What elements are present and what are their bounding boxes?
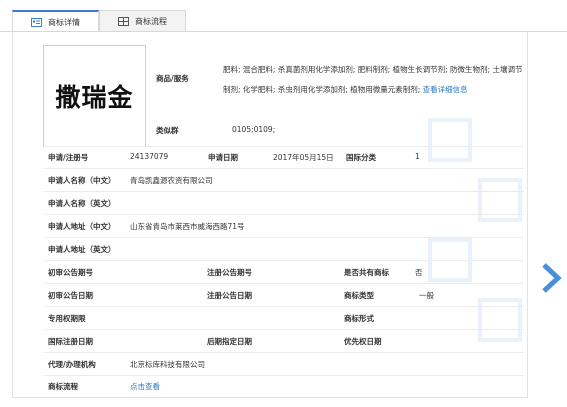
tab-bar: 商标详情 商标流程 xyxy=(12,10,186,32)
agent-label: 代理/办理机构 xyxy=(48,360,96,369)
applicant-en-label: 申请人名称（英文） xyxy=(48,199,116,208)
tab-trademark-detail[interactable]: 商标详情 xyxy=(12,10,99,32)
prelim-date-label: 初审公告日期 xyxy=(48,291,93,300)
divider xyxy=(44,306,524,307)
divider xyxy=(44,375,524,376)
tab-label: 商标流程 xyxy=(135,17,167,26)
divider xyxy=(44,260,524,261)
trademark-image: 撒瑞金 xyxy=(43,45,146,147)
applicant-cn-value: 青岛凯鑫源农资有限公司 xyxy=(130,176,213,185)
applicant-cn-label: 申请人名称（中文） xyxy=(48,176,116,185)
divider xyxy=(44,237,524,238)
divider xyxy=(44,214,524,215)
exclusive-label: 专用权期限 xyxy=(48,314,86,323)
tab-trademark-flow[interactable]: 商标流程 xyxy=(99,10,186,32)
reg-pub-no-label: 注册公告期号 xyxy=(207,268,252,277)
grid-icon xyxy=(118,17,129,26)
shared-label: 是否共有商标 xyxy=(344,268,389,277)
flow-view-link[interactable]: 点击查看 xyxy=(130,381,160,392)
detail-icon xyxy=(31,17,42,27)
divider xyxy=(44,146,524,147)
divider xyxy=(44,283,524,284)
intl-reg-date-label: 国际注册日期 xyxy=(48,337,93,346)
next-arrow-icon[interactable] xyxy=(540,262,562,294)
apply-date-value: 2017年05月15日 xyxy=(273,153,334,162)
reg-no-label: 申请/注册号 xyxy=(48,153,89,162)
goods-label: 商品/服务 xyxy=(156,74,189,83)
view-detail-link[interactable]: 查看详细信息 xyxy=(423,85,468,94)
tm-type-value: 一般 xyxy=(419,291,434,300)
shared-value: 否 xyxy=(415,268,423,277)
goods-text: 肥料; 混合肥料; 杀真菌剂用化学添加剂; 肥料制剂; 植物生长调节剂; 防微生… xyxy=(223,65,523,94)
divider xyxy=(44,168,524,169)
prelim-no-label: 初审公告期号 xyxy=(48,268,93,277)
tm-form-label: 商标形式 xyxy=(344,314,374,323)
goods-services: 肥料; 混合肥料; 杀真菌剂用化学添加剂; 肥料制剂; 植物生长调节剂; 防微生… xyxy=(223,60,523,100)
priority-date-label: 优先权日期 xyxy=(344,337,382,346)
tm-type-label: 商标类型 xyxy=(344,291,374,300)
flow-label: 商标流程 xyxy=(48,382,78,391)
address-cn-label: 申请人地址（中文） xyxy=(48,222,116,231)
divider xyxy=(44,329,524,330)
address-cn-value: 山东省青岛市莱西市威海西路71号 xyxy=(130,222,245,231)
intl-class-label: 国际分类 xyxy=(346,153,376,162)
tab-label: 商标详情 xyxy=(48,17,80,27)
divider xyxy=(44,352,524,353)
apply-date-label: 申请日期 xyxy=(208,153,238,162)
reg-no-value: 24137079 xyxy=(130,152,169,161)
divider xyxy=(44,191,524,192)
trademark-logo-text: 撒瑞金 xyxy=(55,83,134,112)
watermark xyxy=(428,118,522,342)
address-en-label: 申请人地址（英文） xyxy=(48,245,116,254)
similar-group-label: 类似群 xyxy=(156,126,179,135)
similar-group-value: 0105;0109; xyxy=(232,125,276,134)
agent-value: 北京标库科技有限公司 xyxy=(130,360,205,369)
reg-pub-date-label: 注册公告日期 xyxy=(207,291,252,300)
late-date-label: 后期指定日期 xyxy=(207,337,252,346)
intl-class-value: 1 xyxy=(415,152,420,161)
